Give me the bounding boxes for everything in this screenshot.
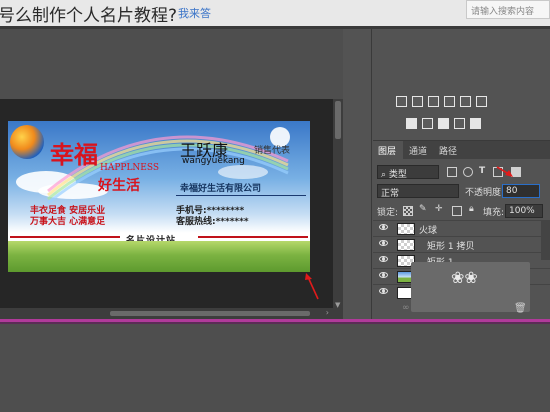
visibility-eye-icon[interactable]	[379, 224, 388, 230]
footer-divider-right	[198, 236, 308, 238]
pixel-filter-icon[interactable]	[447, 167, 457, 177]
lock-label: 锁定:	[377, 208, 399, 218]
panel-divider	[371, 29, 372, 319]
layer-name: 矩形 1 拷贝	[427, 242, 475, 252]
business-card[interactable]: 幸福 HAPPLNESS 好生活 丰衣足食 安居乐业 万事大吉 心满意足 王跃康…	[8, 121, 310, 272]
tab-paths[interactable]: 路径	[439, 144, 457, 157]
watermark-overlay: ❀❀	[411, 262, 530, 312]
paw-icon: ❀❀	[451, 268, 478, 287]
filter-kind-value: 类型	[388, 170, 407, 180]
layer-name: 火球	[419, 226, 438, 236]
delete-layer-icon[interactable]: 🗑︎	[514, 303, 527, 314]
filter-kind-select[interactable]: ⌕ 类型	[377, 165, 439, 180]
selective-color-icon[interactable]	[470, 118, 481, 129]
company-underline	[176, 195, 306, 196]
annotation-arrow-icon	[496, 166, 513, 177]
lock-position-icon[interactable]: ✛	[435, 204, 443, 214]
fireball-logo-icon	[10, 125, 44, 159]
logo-text: 幸福	[50, 140, 98, 169]
gradient-map-icon[interactable]	[454, 118, 465, 129]
logo-tagline: 好生活	[98, 178, 140, 194]
layer-thumbnail	[397, 239, 415, 251]
levels-icon[interactable]	[412, 96, 423, 107]
curves-icon[interactable]	[428, 96, 439, 107]
search-placeholder: 请输入搜索内容	[471, 7, 535, 17]
card-pinyin: wangyuekang	[182, 156, 245, 166]
layer-row[interactable]: 矩形 1 拷贝	[373, 236, 550, 252]
page-title-bar: 号么制作个人名片教程? 我来答 请输入搜索内容	[0, 0, 550, 26]
answer-link[interactable]: 我来答	[178, 5, 211, 21]
tab-channels[interactable]: 通道	[409, 144, 427, 157]
card-job-title: 销售代表	[254, 146, 291, 156]
page-title: 号么制作个人名片教程?	[0, 6, 178, 26]
visibility-eye-icon[interactable]	[379, 288, 388, 294]
scroll-thumb-horizontal[interactable]	[110, 311, 310, 316]
type-filter-icon[interactable]: T	[479, 166, 485, 176]
blend-mode-value: 正常	[381, 189, 400, 199]
threshold-icon[interactable]	[438, 118, 449, 129]
exposure-icon[interactable]	[444, 96, 455, 107]
scroll-down-icon[interactable]: ▼	[335, 301, 340, 309]
lock-pixels-icon[interactable]: ✎	[419, 204, 427, 214]
visibility-eye-icon[interactable]	[379, 272, 388, 278]
tab-layers[interactable]: 图层	[378, 144, 396, 157]
vibrance-icon[interactable]	[460, 96, 471, 107]
annotation-arrow-icon	[305, 273, 319, 300]
footer-divider-left	[10, 236, 120, 238]
canvas-vertical-scrollbar[interactable]: ▼	[333, 99, 343, 319]
opacity-value: 80	[506, 186, 518, 196]
canvas-horizontal-scrollbar[interactable]: ›	[0, 308, 333, 319]
layers-scrollbar[interactable]	[541, 220, 550, 260]
card-company: 幸福好生活有限公司	[180, 184, 262, 194]
grass-graphic	[8, 241, 310, 272]
search-input[interactable]: 请输入搜索内容	[466, 0, 550, 19]
invert-icon[interactable]	[406, 118, 417, 129]
slogan-line-2: 万事大吉 心满意足	[30, 217, 106, 227]
scroll-right-icon[interactable]: ›	[326, 308, 329, 317]
fill-label: 填充:	[483, 208, 505, 218]
adjustment-filter-icon[interactable]	[463, 167, 473, 177]
brightness-icon[interactable]	[396, 96, 407, 107]
posterize-icon[interactable]	[422, 118, 433, 129]
card-hotline: 客服热线:*******	[176, 217, 249, 227]
layer-thumbnail	[397, 223, 415, 235]
visibility-eye-icon[interactable]	[379, 256, 388, 262]
logo-english: HAPPLNESS	[100, 163, 160, 173]
fill-input[interactable]: 100%	[505, 204, 543, 218]
panel-tabs: 图层 通道 路径	[373, 141, 550, 159]
fill-value: 100%	[509, 206, 535, 216]
lock-transparency-icon[interactable]	[403, 206, 413, 216]
layer-row[interactable]: 火球	[373, 220, 550, 236]
empty-workspace	[0, 324, 550, 412]
visibility-eye-icon[interactable]	[379, 240, 388, 246]
scroll-thumb[interactable]	[335, 101, 341, 139]
lock-all-icon[interactable]: 🔒︎	[469, 204, 474, 214]
hue-icon[interactable]	[476, 96, 487, 107]
blend-mode-select[interactable]: 正常	[377, 184, 459, 199]
lock-artboard-icon[interactable]	[452, 206, 462, 216]
link-layers-icon[interactable]: ∞	[402, 303, 410, 313]
opacity-label: 不透明度:	[465, 188, 505, 198]
search-icon: ⌕	[381, 170, 389, 180]
opacity-input[interactable]: 80	[502, 184, 540, 198]
